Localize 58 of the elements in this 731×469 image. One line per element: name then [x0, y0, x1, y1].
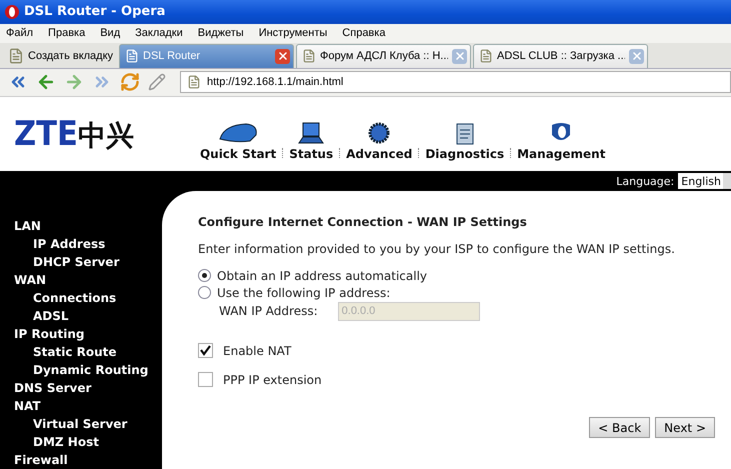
laptop-icon: [297, 121, 326, 145]
address-field[interactable]: http://192.168.1.1/main.html: [180, 71, 731, 94]
page-icon: [479, 49, 494, 64]
next-button[interactable]: Next >: [655, 417, 715, 438]
sidebar-item[interactable]: IP Address: [0, 235, 162, 253]
nav-button[interactable]: Quick Start: [194, 121, 282, 161]
sidebar-item[interactable]: LAN: [0, 217, 162, 235]
pencil-icon[interactable]: [148, 73, 166, 92]
page-icon: [8, 48, 24, 64]
reload-icon[interactable]: [120, 72, 140, 92]
page-icon: [125, 49, 140, 64]
sidebar-item[interactable]: ADSL: [0, 307, 162, 325]
close-icon[interactable]: [452, 48, 468, 64]
close-icon[interactable]: [629, 48, 644, 64]
sidebar-item[interactable]: Virtual Server: [0, 415, 162, 433]
field-label: WAN IP Address:: [219, 304, 318, 318]
menu-item[interactable]: Правка: [48, 27, 86, 40]
language-label: Language:: [616, 174, 674, 188]
opera-logo-icon: [4, 4, 20, 20]
nav-button[interactable]: Advanced: [340, 121, 418, 161]
checkbox[interactable]: [198, 372, 213, 387]
radio-button[interactable]: [198, 269, 211, 282]
sidebar-item[interactable]: IP Routing: [0, 325, 162, 343]
sidebar-item[interactable]: Connections: [0, 289, 162, 307]
sidebar-item[interactable]: DNS Server: [0, 379, 162, 397]
sidebar-item[interactable]: NAT: [0, 397, 162, 415]
sidebar-item[interactable]: DHCP Server: [0, 253, 162, 271]
window-title: DSL Router - Opera: [24, 4, 166, 20]
checkbox[interactable]: [198, 343, 213, 358]
checkbox-label: Enable NAT: [223, 344, 292, 358]
intro-text: Enter information provided to you by your ISP to configure the WAN IP settings.: [198, 242, 676, 256]
menu-item[interactable]: Справка: [342, 27, 386, 40]
sidebar-item[interactable]: Dynamic Routing: [0, 361, 162, 379]
clipboard-icon: [454, 121, 476, 145]
nav-button[interactable]: Management: [511, 121, 612, 161]
logo: ZTE中兴: [14, 114, 134, 154]
page-icon: [302, 49, 316, 64]
sidebar-item[interactable]: DMZ Host: [0, 433, 162, 451]
back-button[interactable]: < Back: [589, 417, 650, 438]
radio-label: Obtain an IP address automatically: [217, 268, 428, 282]
new-tab-button[interactable]: Создать вкладку: [4, 44, 118, 68]
menu-item[interactable]: Вид: [100, 27, 120, 40]
sidebar-item[interactable]: Firewall: [0, 451, 162, 469]
menu-item[interactable]: Виджеты: [198, 27, 244, 40]
sidebar-item[interactable]: Static Route: [0, 343, 162, 361]
menu-item[interactable]: Файл: [6, 27, 34, 40]
page-heading: Configure Internet Connection - WAN IP Settings: [198, 215, 528, 229]
checkbox-label: PPP IP extension: [223, 372, 322, 386]
nav-button[interactable]: Status: [283, 121, 340, 161]
close-icon[interactable]: [275, 48, 290, 64]
radio-button[interactable]: [198, 286, 211, 299]
sidebar-item[interactable]: WAN: [0, 271, 162, 289]
nav-button[interactable]: Diagnostics: [419, 121, 510, 161]
menu-item[interactable]: Инструменты: [258, 27, 328, 40]
language-select[interactable]: English: [678, 173, 731, 189]
menu-item[interactable]: Закладки: [135, 27, 183, 40]
page-icon: [187, 75, 201, 90]
radio-label: Use the following IP address:: [217, 286, 390, 300]
